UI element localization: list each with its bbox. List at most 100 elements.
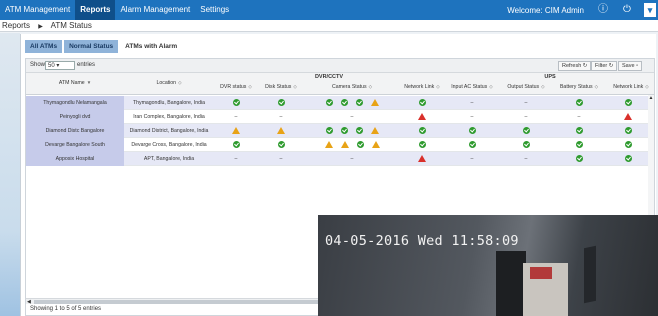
save-button[interactable]: Save ▫ [618,61,643,71]
status-ok-icon [340,99,348,107]
cell-atm-name[interactable]: Devarge Bangalore South [26,138,124,152]
status-na: – [234,114,238,120]
status-warning-icon [277,127,285,135]
cell-net-status [400,96,444,110]
col-ups-network-label: Network Link [613,84,644,90]
col-dvr-status[interactable]: DVR status ◇ [214,84,258,90]
status-ok-icon [522,141,530,149]
nav-atm-management[interactable]: ATM Management [0,0,75,20]
status-warning-icon [232,127,240,135]
cell-out-status: – [500,152,552,166]
tab-all-atms[interactable]: All ATMs [25,40,63,53]
status-na: – [279,114,283,120]
cell-ac-status: – [444,152,500,166]
cell-dvr-status [214,138,258,152]
col-atm-name[interactable]: ATM Name ▼ [26,80,124,86]
cell-atm-name[interactable]: Thymagondlu Nelamangala [26,96,124,110]
cell-atm-name[interactable]: Apposix Hospital [26,152,124,166]
col-input-ac-status[interactable]: Input AC Status ◇ [444,84,500,90]
status-na: – [470,114,474,120]
cell-camera-status: – [304,152,400,166]
col-network-link[interactable]: Network Link ◇ [400,84,444,90]
col-battery-status[interactable]: Battery Status ◇ [552,84,606,90]
sort-icon: ◇ [541,84,545,89]
sort-icon: ◇ [178,80,182,85]
col-camera-status[interactable]: Camera Status ◇ [304,84,400,90]
tab-normal-status[interactable]: Normal Status [64,40,119,53]
sort-icon: ◇ [248,84,252,89]
sort-icon: ◇ [645,84,649,89]
nav-settings[interactable]: Settings [195,0,234,20]
breadcrumb-reports[interactable]: Reports [2,21,30,30]
table-row[interactable]: Peinyogli dvd Iran Complex, Bangalore, In… [26,110,654,124]
status-na: – [524,114,528,120]
col-output-status[interactable]: Output Status ◇ [500,84,552,90]
status-ok-icon [418,99,426,107]
scroll-thumb[interactable] [34,300,324,304]
info-icon[interactable]: ⓘ [596,3,610,17]
col-battery-label: Battery Status [559,84,593,90]
table-row[interactable]: Thymagondlu Nelamangala Thymagondlu, Bang… [26,96,654,110]
status-na: – [279,156,283,162]
sort-icon: ◇ [489,84,493,89]
nav-alarm-management[interactable]: Alarm Management [115,0,195,20]
scroll-left-icon[interactable]: ◀ [27,299,31,305]
cell-camera-status [304,138,400,152]
table-row[interactable]: Apposix Hospital APT, Bangalore, India – – –… [26,152,654,166]
status-warning-icon [370,127,379,135]
cctv-video-feed[interactable]: 04-05-2016 Wed 11:58:09 [318,215,658,316]
status-ok-icon [575,127,583,135]
col-network-link-label: Network Link [404,84,435,90]
status-na: – [234,156,238,162]
status-na: – [470,100,474,106]
chevron-down-icon: ▾ [56,63,60,69]
status-ok-icon [624,155,632,163]
status-na: – [524,100,528,106]
cell-atm-name[interactable]: Peinyogli dvd [26,110,124,124]
cell-bat-status: – [552,110,606,124]
breadcrumb: Reports ▶ ATM Status [0,20,658,32]
sort-desc-icon: ▼ [86,80,92,85]
col-disk-status[interactable]: Disk Status ◇ [258,84,304,90]
sort-icon: ◇ [293,84,297,89]
col-disk-status-label: Disk Status [265,84,292,90]
cell-bat-status [552,152,606,166]
entries-info: Showing 1 to 5 of 5 entries [30,306,102,312]
nav-reports[interactable]: Reports [75,0,116,20]
cell-atm-name[interactable]: Diamond Distc Bangalore [26,124,124,138]
save-label: Save [622,63,635,69]
status-ok-icon [418,141,426,149]
cell-out-status [500,124,552,138]
scroll-up-icon[interactable]: ▲ [648,95,654,101]
status-ok-icon [325,99,333,107]
cell-net-status [400,152,444,166]
col-location[interactable]: Location ◇ [124,80,214,86]
status-ok-icon [624,99,632,107]
sort-icon: ◇ [368,84,373,89]
cell-unet-status [606,110,650,124]
menu-toggle-icon[interactable]: ▾ [644,3,656,17]
status-ok-icon [624,141,632,149]
cell-ac-status [444,124,500,138]
filter-button[interactable]: Filter ↻ [591,61,618,71]
table-row[interactable]: Devarge Bangalore South Devarge Cross, Ba… [26,138,654,152]
col-ups-network-link[interactable]: Network Link ◇ [606,84,656,90]
save-icon: ▫ [636,63,639,69]
status-warning-icon [340,141,349,149]
entries-select[interactable]: 50 ▾ [45,61,75,70]
cell-disk-status [258,124,304,138]
refresh-button[interactable]: Refresh ↻ [558,61,592,71]
cell-dvr-status: – [214,110,258,124]
table-row[interactable]: Diamond Distc Bangalore Diamond District,… [26,124,654,138]
cell-camera-status: – [304,110,400,124]
cell-camera-status [304,124,400,138]
tab-atms-with-alarm[interactable]: ATMs with Alarm [120,40,182,53]
group-dvr-cctv: DVR/CCTV [314,74,344,80]
status-ok-icon [232,99,240,107]
power-icon[interactable]: ⏻ [620,3,634,17]
status-ok-icon [340,127,348,135]
col-dvr-status-label: DVR status [220,84,247,90]
cell-location: Diamond District, Bangalore, India [129,128,209,134]
refresh-label: Refresh [562,63,582,69]
sort-icon: ◇ [594,84,599,89]
